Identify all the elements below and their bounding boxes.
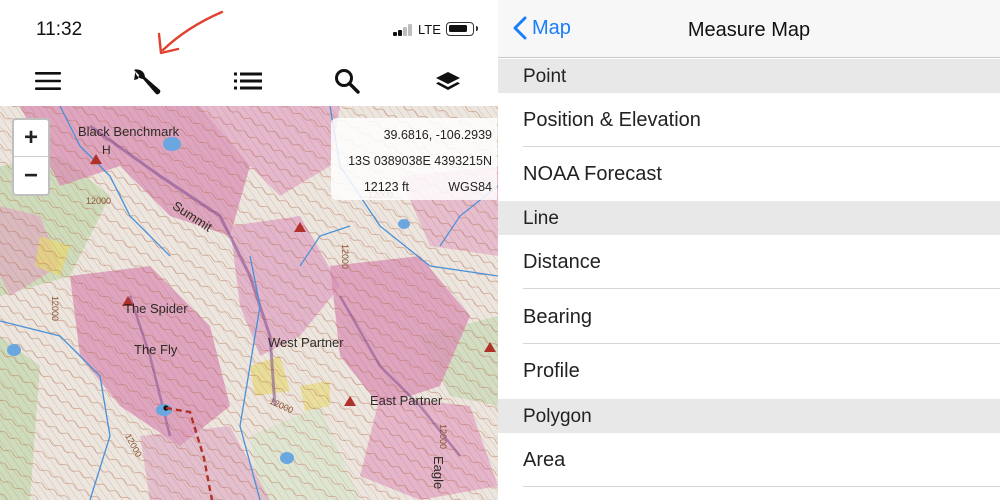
section-header-label: Line bbox=[523, 208, 559, 229]
elevation-readout: 12123 ft bbox=[363, 180, 409, 194]
utm-readout: 13S 0389038E 4393215N bbox=[348, 154, 492, 168]
nav-bar: Map Measure Map bbox=[498, 0, 1000, 58]
menu-item-distance[interactable]: Distance bbox=[498, 235, 1000, 289]
zoom-control: + − bbox=[12, 118, 50, 196]
menu-item-bearing[interactable]: Bearing bbox=[498, 290, 1000, 344]
menu-item-position-elevation[interactable]: Position & Elevation bbox=[498, 93, 1000, 147]
map-label-eagle: Eagle bbox=[431, 456, 446, 490]
menu-button[interactable] bbox=[25, 58, 71, 104]
map-toolbar bbox=[0, 58, 498, 104]
layers-button[interactable] bbox=[425, 58, 471, 104]
layers-icon bbox=[436, 72, 460, 90]
menu-item-label: NOAA Forecast bbox=[523, 163, 662, 185]
map-screen: 11:32 LTE Black Benchmark H Summit The S… bbox=[0, 0, 498, 500]
contour-label: 12000 bbox=[340, 244, 350, 270]
wrench-icon bbox=[134, 68, 161, 95]
map-label-black-benchmark: Black Benchmark bbox=[78, 124, 180, 139]
map-label-black-benchmark-h: H bbox=[102, 143, 111, 157]
menu-item-label: Position & Elevation bbox=[523, 109, 701, 131]
search-icon bbox=[335, 69, 360, 94]
section-header-polygon: Polygon bbox=[498, 399, 1000, 433]
contour-label: 12000 bbox=[438, 424, 448, 450]
zoom-in-button[interactable]: + bbox=[14, 120, 48, 157]
section-header-label: Polygon bbox=[523, 406, 592, 427]
menu-icon bbox=[35, 72, 61, 90]
status-bar: 11:32 LTE bbox=[0, 0, 498, 58]
menu-item-area[interactable]: Area bbox=[498, 433, 1000, 487]
menu-item-label: Distance bbox=[523, 251, 601, 273]
zoom-out-button[interactable]: − bbox=[14, 157, 48, 194]
section-header-label: Point bbox=[523, 66, 567, 87]
datum-readout: WGS84 bbox=[448, 180, 492, 194]
measure-map-screen: Map Measure Map Point Position & Elevati… bbox=[498, 0, 1000, 500]
topo-map[interactable]: Black Benchmark H Summit The Spider The … bbox=[0, 106, 498, 500]
coordinate-readout: 39.6816, -106.2939 13S 0389038E 4393215N… bbox=[331, 118, 497, 200]
section-header-line: Line bbox=[498, 201, 1000, 235]
menu-item-noaa-forecast[interactable]: NOAA Forecast bbox=[498, 147, 1000, 201]
menu-item-label: Area bbox=[523, 449, 566, 471]
battery-icon bbox=[446, 22, 478, 36]
map-label-west-partner: West Partner bbox=[268, 335, 344, 350]
menu-item-profile[interactable]: Profile bbox=[498, 344, 1000, 398]
signal-icon bbox=[393, 24, 415, 36]
contour-label: 12000 bbox=[86, 196, 112, 206]
search-button[interactable] bbox=[324, 58, 370, 104]
menu-item-label: Profile bbox=[523, 360, 580, 382]
network-label: LTE bbox=[418, 22, 441, 37]
latlon-readout: 39.6816, -106.2939 bbox=[383, 128, 492, 142]
map-label-the-fly: The Fly bbox=[134, 342, 178, 357]
page-title: Measure Map bbox=[687, 19, 811, 41]
list-button[interactable] bbox=[225, 58, 271, 104]
map-label-east-partner: East Partner bbox=[370, 393, 443, 408]
list-icon bbox=[234, 72, 262, 90]
section-header-point: Point bbox=[498, 59, 1000, 93]
contour-label: 12000 bbox=[50, 296, 60, 322]
red-arrow-annotation bbox=[157, 10, 224, 55]
menu-item-label: Bearing bbox=[523, 306, 592, 328]
tools-button[interactable] bbox=[124, 58, 170, 104]
map-label-the-spider: The Spider bbox=[124, 301, 188, 316]
status-time: 11:32 bbox=[36, 19, 83, 40]
